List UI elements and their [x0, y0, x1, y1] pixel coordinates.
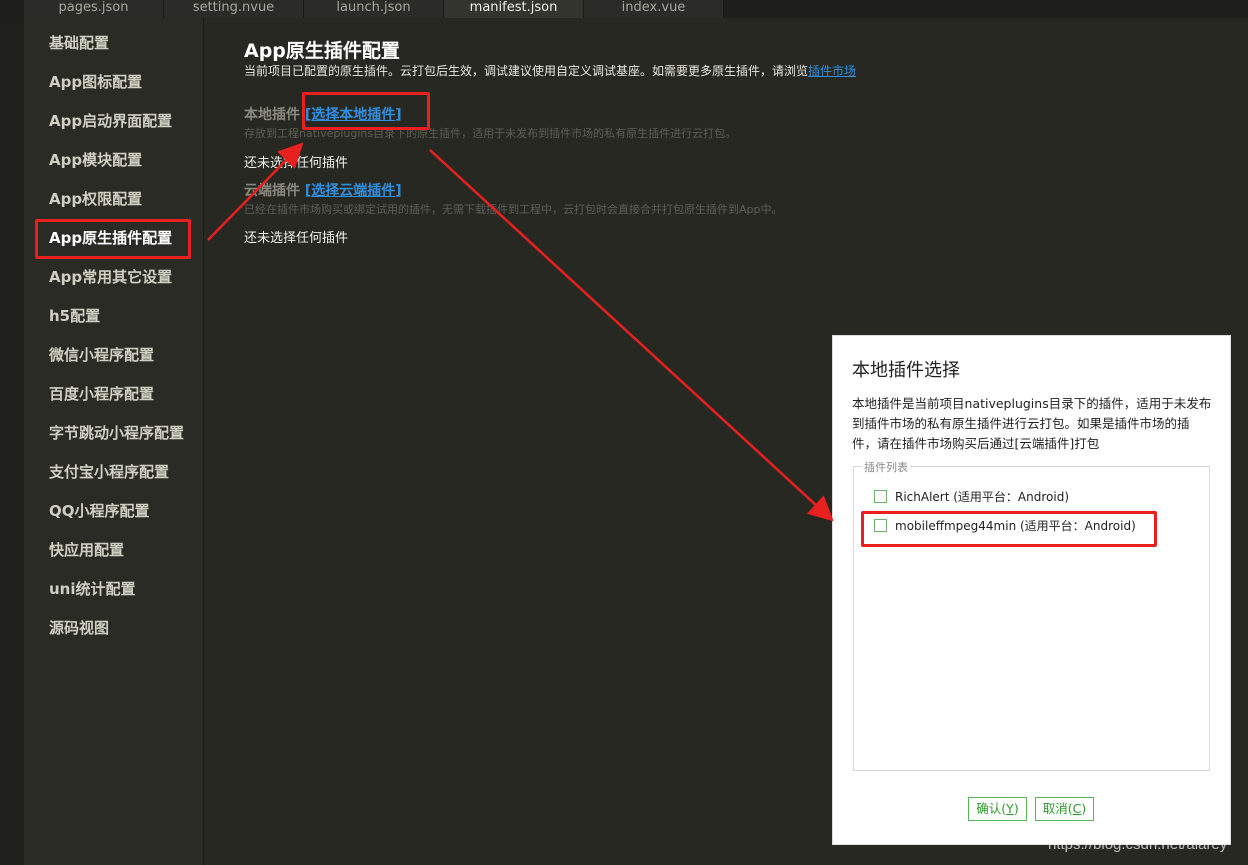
sidebar-item-qq[interactable]: QQ小程序配置: [49, 501, 150, 521]
sidebar-item-weixin[interactable]: 微信小程序配置: [49, 345, 154, 365]
tab-launch-json[interactable]: launch.json: [304, 0, 444, 18]
sidebar-item-uni-stat[interactable]: uni统计配置: [49, 579, 136, 599]
sidebar-item-app-permissions[interactable]: App权限配置: [49, 189, 142, 209]
highlight-box-sidebar: [35, 219, 191, 259]
local-plugin-dialog: 本地插件选择 本地插件是当前项目nativeplugins目录下的插件，适用于未…: [833, 336, 1230, 844]
cloud-plugins-description: 已经在插件市场购买或绑定试用的插件，无需下载插件到工程中，云打包时会直接合并打包…: [244, 203, 783, 216]
sidebar-item-source-view[interactable]: 源码视图: [49, 618, 109, 638]
cloud-plugins-label: 云端插件: [244, 183, 300, 199]
plugin-list-legend: 插件列表: [862, 459, 910, 475]
cloud-plugins-heading: 云端插件 [选择云端插件]: [244, 180, 402, 200]
page-description-text: 当前项目已配置的原生插件。云打包后生效，调试建议使用自定义调试基座。如需要更多原…: [244, 64, 809, 78]
sidebar-item-toutiao[interactable]: 字节跳动小程序配置: [49, 423, 184, 443]
highlight-box-plugin: [861, 511, 1157, 547]
plugin-item-richalert[interactable]: RichAlert (适用平台：Android): [874, 488, 1069, 505]
highlight-box-local-link: [302, 92, 430, 130]
sidebar-item-app-splash[interactable]: App启动界面配置: [49, 111, 172, 131]
sidebar-item-quickapp[interactable]: 快应用配置: [49, 540, 124, 560]
cancel-button[interactable]: 取消(C): [1035, 797, 1094, 821]
manifest-sidebar: 基础配置 App图标配置 App启动界面配置 App模块配置 App权限配置 A…: [24, 18, 204, 865]
sidebar-item-h5[interactable]: h5配置: [49, 306, 100, 326]
editor-tab-bar: pages.json setting.nvue launch.json mani…: [0, 0, 1248, 18]
tab-setting-nvue[interactable]: setting.nvue: [164, 0, 304, 18]
page-description: 当前项目已配置的原生插件。云打包后生效，调试建议使用自定义调试基座。如需要更多原…: [244, 62, 856, 79]
confirm-button[interactable]: 确认(Y): [968, 797, 1027, 821]
local-plugins-label: 本地插件: [244, 107, 300, 123]
page-title: App原生插件配置: [244, 40, 400, 62]
local-plugins-empty: 还未选择任何插件: [244, 156, 349, 171]
checkbox-icon[interactable]: [874, 490, 887, 503]
tab-pages-json[interactable]: pages.json: [24, 0, 164, 18]
sidebar-item-baidu[interactable]: 百度小程序配置: [49, 384, 154, 404]
cloud-plugins-empty: 还未选择任何插件: [244, 231, 349, 246]
plugin-item-label: RichAlert (适用平台：Android): [895, 490, 1070, 504]
tab-index-vue[interactable]: index.vue: [584, 0, 724, 18]
sidebar-item-app-icon[interactable]: App图标配置: [49, 72, 142, 92]
sidebar-item-alipay[interactable]: 支付宝小程序配置: [49, 462, 169, 482]
sidebar-item-basic[interactable]: 基础配置: [49, 33, 109, 53]
tab-manifest-json[interactable]: manifest.json: [444, 0, 584, 18]
editor-gutter: [0, 18, 24, 865]
sidebar-item-app-modules[interactable]: App模块配置: [49, 150, 142, 170]
select-cloud-plugin-link[interactable]: 选择云端插件: [311, 183, 395, 199]
watermark-text: https://blog.csdn.net/alarey: [1048, 836, 1228, 853]
plugin-market-link[interactable]: 插件市场: [808, 64, 856, 78]
dialog-title: 本地插件选择: [852, 360, 960, 381]
cloud-plugins-bracket-close: ]: [395, 183, 402, 199]
dialog-description: 本地插件是当前项目nativeplugins目录下的插件，适用于未发布到插件市场…: [852, 396, 1212, 451]
sidebar-item-app-other[interactable]: App常用其它设置: [49, 267, 172, 287]
